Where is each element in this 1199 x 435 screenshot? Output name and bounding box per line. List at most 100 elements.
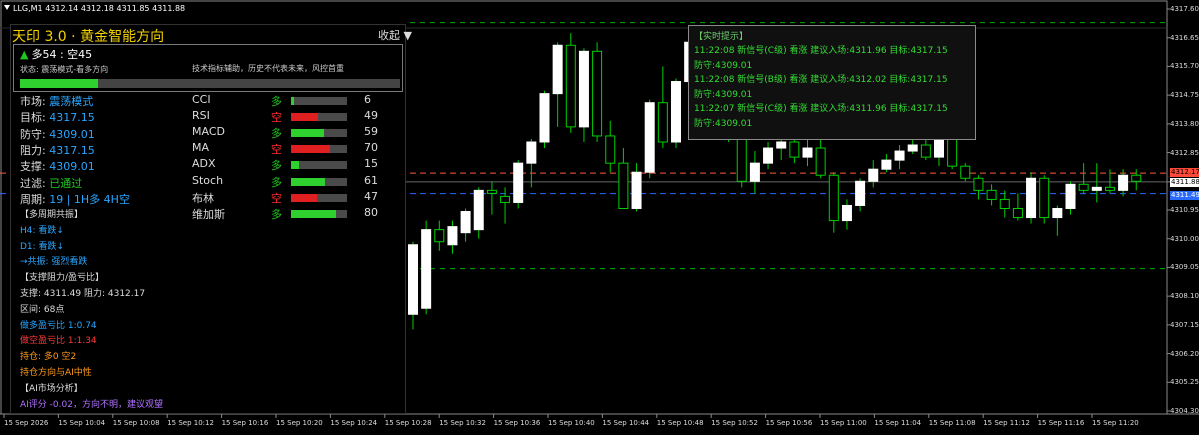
indicator-name: RSI: [192, 109, 210, 123]
bear-candle: [999, 198, 1010, 209]
symbol-info: LLG,M1 4312.14 4312.18 4311.85 4311.88: [13, 4, 186, 13]
price-axis-label: 4309.05: [1170, 263, 1199, 272]
bear-candle: [486, 189, 497, 194]
indicator-strength-bar: [291, 129, 347, 138]
price-axis-label: 4305.25: [1170, 378, 1199, 387]
bear-candle: [592, 50, 603, 137]
score-progress-fill: [20, 79, 98, 88]
indicator-direction: 多: [271, 159, 282, 173]
bull-candle: [749, 162, 760, 182]
chevron-down-icon: ▼: [403, 29, 412, 42]
bull-candle: [513, 162, 524, 203]
bull-candle: [447, 226, 458, 246]
current-price-tag: 4311.88: [1170, 177, 1199, 187]
symbol-header: LLG,M1 4312.14 4312.18 4311.85 4311.88: [4, 4, 185, 13]
analysis-line: 【支撑阻力/盈亏比】: [20, 273, 105, 284]
bull-candle: [1118, 174, 1129, 191]
indicator-strength-fill: [291, 193, 318, 202]
price-axis-label: 4306.20: [1170, 349, 1199, 358]
indicator-direction: 多: [271, 95, 282, 108]
analysis-line: 做空盈亏比 1:1.34: [20, 336, 97, 347]
bull-candle: [868, 168, 879, 182]
indicator-direction: 多: [271, 175, 282, 189]
summary-row: 周期: 19 | 1H多 4H空: [20, 191, 130, 207]
indicator-strength-bar: [291, 161, 347, 170]
price-axis-label: 4313.80: [1170, 119, 1199, 128]
indicator-direction: 空: [271, 111, 282, 125]
summary-row: 防守: 4309.01: [20, 126, 95, 142]
indicator-value: 49: [364, 109, 378, 123]
indicator-name: MA: [192, 141, 210, 155]
summary-row-label: 周期:: [20, 192, 46, 206]
popup-line: 防守:4309.01: [694, 89, 753, 100]
analysis-line: D1: 看跌↓: [20, 241, 65, 252]
score-text: 多54 : 空45: [31, 48, 93, 61]
time-axis-label: 15 Sep 10:44: [602, 419, 650, 427]
bull-candle: [1091, 186, 1102, 191]
indicator-direction: 空: [271, 143, 282, 157]
bear-candle: [434, 229, 445, 243]
bear-candle: [1078, 183, 1089, 191]
price-axis-label: 4316.65: [1170, 33, 1199, 42]
price-axis-label: 4312.85: [1170, 148, 1199, 157]
support-price-tag: 4311.49: [1170, 190, 1199, 200]
indicator-direction: 空: [271, 191, 282, 205]
price-axis-label: 4307.15: [1170, 320, 1199, 329]
score-progress-bar: [20, 79, 400, 88]
price-axis-label: 4304.30: [1170, 407, 1199, 415]
indicator-name: 布林: [192, 191, 214, 205]
bull-candle: [460, 211, 471, 234]
indicator-direction: 多: [271, 207, 282, 221]
price-axis-label: 4310.00: [1170, 234, 1199, 243]
popup-line: 11:22:08 新信号(C级) 看涨 建议入场:4311.96 目标:4317…: [694, 46, 948, 56]
bear-candle: [973, 177, 984, 191]
bear-candle: [828, 174, 839, 222]
summary-row-label: 支撑:: [20, 160, 46, 174]
time-axis-label: 15 Sep 11:16: [1037, 419, 1085, 427]
price-axis-label: 4317.60: [1170, 5, 1199, 13]
bear-candle: [565, 44, 576, 128]
bull-candle: [1065, 183, 1076, 209]
dropdown-icon[interactable]: [4, 5, 10, 10]
time-axis-label: 15 Sep 10:52: [711, 419, 758, 427]
time-axis-label: 15 Sep 10:40: [548, 419, 595, 427]
analysis-line: 【多周期共振】: [20, 210, 84, 220]
indicator-strength-fill: [291, 177, 326, 186]
time-axis-label: 15 Sep 10:04: [58, 419, 106, 427]
bull-candle: [539, 93, 550, 143]
indicator-name: MACD: [192, 125, 225, 139]
bear-candle: [920, 144, 931, 158]
indicator-name: Stoch: [192, 173, 224, 187]
summary-row: 支撑: 4309.01: [20, 158, 95, 174]
bear-candle: [815, 147, 826, 176]
collapse-button[interactable]: 收起 ▼: [378, 27, 412, 43]
bull-bear-score: ▲ 多54 : 空45: [20, 46, 92, 62]
indicator-value: 6: [364, 93, 371, 106]
bull-candle: [408, 244, 418, 315]
resistance-price-tag: 4312.17: [1170, 168, 1199, 178]
price-axis-label: 4315.70: [1170, 62, 1199, 71]
indicator-strength-bar: [291, 145, 347, 154]
indicator-strength-bar: [291, 113, 347, 122]
indicator-value: 70: [364, 141, 378, 155]
time-axis-label: 15 Sep 10:08: [112, 419, 160, 427]
indicator-direction: 多: [271, 127, 282, 141]
indicator-strength-fill: [291, 161, 300, 170]
indicator-value: 59: [364, 125, 378, 139]
indicator-value: 15: [364, 157, 378, 171]
summary-row: 市场: 震荡模式: [20, 93, 93, 109]
bull-candle: [671, 81, 681, 143]
bear-candle: [986, 189, 997, 200]
bull-candle: [526, 141, 537, 164]
analysis-line: AI评分 -0.02，方向不明，建议观望: [20, 399, 163, 410]
summary-row-value: 4309.01: [45, 127, 95, 141]
time-axis-label: 15 Sep 11:20: [1092, 419, 1139, 427]
bear-candle: [605, 135, 616, 164]
analysis-line: 支撑: 4311.49 阻力: 4312.17: [20, 289, 146, 299]
arrow-up-icon: ▲: [20, 48, 29, 61]
summary-row-value: 震荡模式: [45, 95, 94, 108]
bull-candle: [907, 144, 918, 152]
summary-row-label: 目标:: [20, 111, 46, 125]
bull-candle: [894, 150, 905, 161]
indicator-name: 维加斯: [192, 207, 225, 221]
